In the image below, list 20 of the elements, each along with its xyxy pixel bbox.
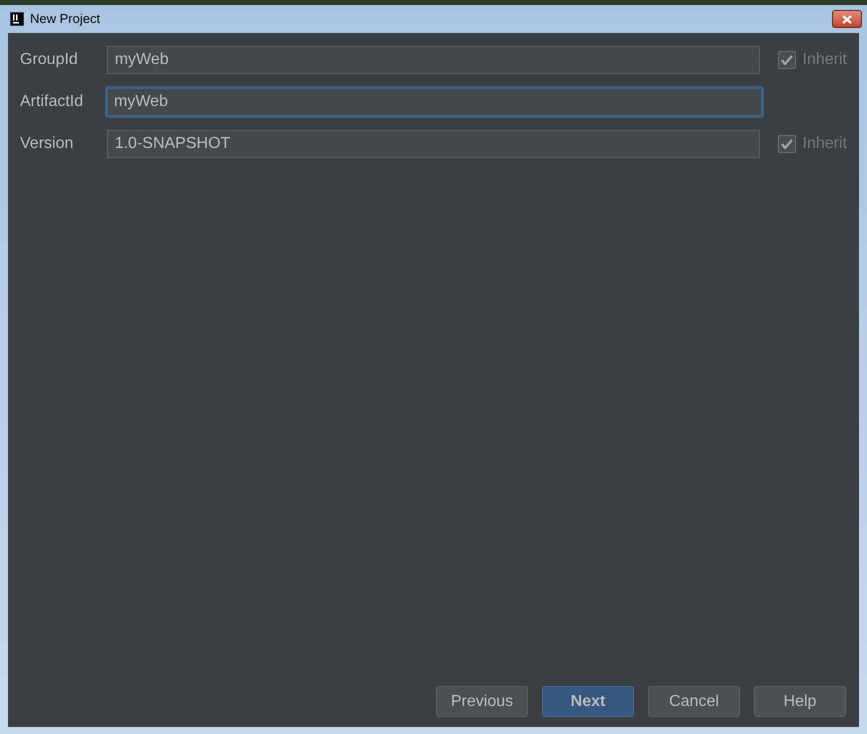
check-icon: [780, 139, 793, 149]
window-title: New Project: [30, 10, 100, 28]
dialog-button[interactable]: Next: [542, 686, 634, 717]
check-icon: [780, 55, 793, 65]
text-field[interactable]: myWeb: [105, 86, 764, 118]
dialog-button[interactable]: Cancel: [648, 686, 740, 717]
checkbox-label: Inherit: [802, 50, 847, 70]
field-label: Version: [20, 134, 74, 154]
dialog-button[interactable]: Previous: [436, 686, 528, 717]
inherit-checkbox[interactable]: [778, 135, 796, 153]
close-button[interactable]: [832, 10, 862, 28]
close-icon: [842, 14, 852, 24]
text-field[interactable]: 1.0-SNAPSHOT: [106, 130, 760, 158]
field-label: GroupId: [20, 50, 79, 70]
checkbox-label: Inherit: [802, 134, 847, 154]
field-label: ArtifactId: [20, 92, 84, 112]
dialog-button[interactable]: Help: [754, 686, 846, 717]
app-logo-icon: [10, 12, 24, 26]
text-field[interactable]: myWeb: [106, 46, 760, 74]
inherit-checkbox[interactable]: [778, 51, 796, 69]
